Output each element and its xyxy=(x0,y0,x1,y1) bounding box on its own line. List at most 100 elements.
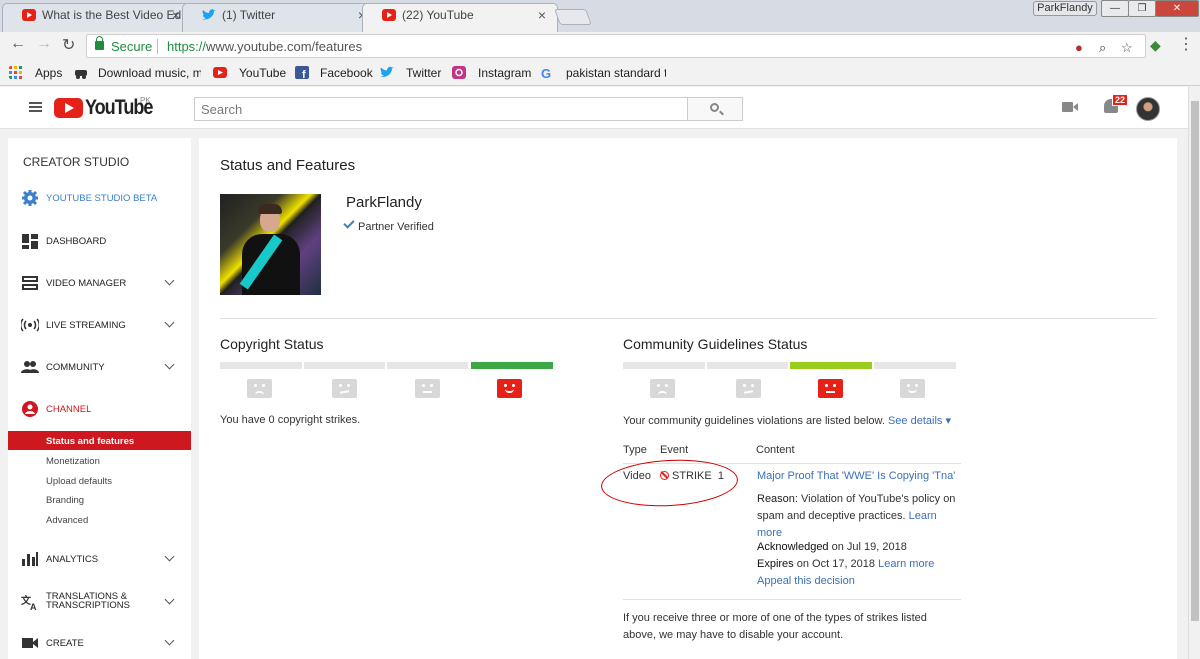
menu-icon[interactable]: ⋮ xyxy=(1178,34,1194,54)
account-avatar[interactable] xyxy=(1136,97,1160,121)
chevron-down-icon[interactable] xyxy=(164,317,175,328)
chevron-down-icon[interactable] xyxy=(164,275,175,286)
restore-icon[interactable]: ❐ xyxy=(1128,0,1156,17)
sidebar-subitem-upload-defaults[interactable]: Upload defaults xyxy=(8,471,191,490)
sidebar-item-analytics[interactable]: ANALYTICS xyxy=(8,549,191,569)
bookmark-star-icon[interactable]: ☆ xyxy=(1121,40,1133,56)
sidebar-subitem-status-and-features[interactable]: Status and features xyxy=(8,431,191,450)
svg-text:G: G xyxy=(541,66,551,79)
browser-tab-video-editor[interactable]: What is the Best Video Ed × xyxy=(2,3,192,32)
hand-drawn-circle-annotation xyxy=(599,456,740,510)
creator-studio-sidebar: CREATOR STUDIO YOUTUBE STUDIO BETA DASHB… xyxy=(8,138,191,659)
lock-icon xyxy=(95,36,104,50)
close-tab-icon[interactable]: × xyxy=(538,3,546,27)
tab-label: (22) YouTube xyxy=(402,8,474,22)
subitem-label: Advanced xyxy=(46,515,89,526)
col-type: Type xyxy=(623,444,647,456)
sidebar-title: CREATOR STUDIO xyxy=(23,155,130,169)
sidebar-item-community[interactable]: COMMUNITY xyxy=(8,357,191,377)
see-details-link[interactable]: See details xyxy=(888,415,942,427)
neutral-face-icon xyxy=(332,379,357,398)
reload-icon[interactable]: ↻ xyxy=(62,35,75,55)
back-icon[interactable]: ← xyxy=(10,35,26,53)
new-tab-button[interactable] xyxy=(554,9,592,25)
sidebar-item-translations[interactable]: 文A TRANSLATIONS & TRANSCRIPTIONS xyxy=(8,590,191,616)
copyright-meter-segment xyxy=(387,362,468,369)
bookmark-pakistan-time[interactable]: pakistan standard tir xyxy=(566,66,666,80)
sidebar-item-video-manager[interactable]: VIDEO MANAGER xyxy=(8,273,191,293)
chevron-down-icon[interactable] xyxy=(164,594,175,605)
sidebar-subitem-advanced[interactable]: Advanced xyxy=(8,510,191,529)
sidebar-item-label: CHANNEL xyxy=(46,404,92,415)
upload-video-icon[interactable] xyxy=(1062,102,1078,112)
sad-face-icon xyxy=(650,379,675,398)
bookmark-apps[interactable]: Apps xyxy=(35,66,62,80)
acknowledged-label: Acknowledged xyxy=(757,541,829,553)
browser-tab-bar: What is the Best Video Ed × (1) Twitter … xyxy=(0,0,1200,32)
sidebar-item-youtube-studio-beta[interactable]: YOUTUBE STUDIO BETA xyxy=(8,188,191,208)
cookie-blocked-icon[interactable]: ● xyxy=(1075,40,1083,55)
sidebar-item-channel[interactable]: CHANNEL xyxy=(8,399,191,419)
page-scrollbar[interactable] xyxy=(1188,87,1200,659)
youtube-header: YouTube PK 22 xyxy=(0,87,1188,129)
learn-more-link[interactable]: Learn more xyxy=(878,558,934,570)
community-message: Your community guidelines violations are… xyxy=(623,414,951,427)
minimize-icon[interactable]: — xyxy=(1101,0,1129,17)
bookmark-youtube[interactable]: YouTube xyxy=(239,66,286,80)
zoom-icon[interactable]: ⌕ xyxy=(1099,40,1106,56)
channel-avatar xyxy=(220,194,321,295)
caret-down-icon[interactable]: ▾ xyxy=(942,415,951,427)
community-meter-segment xyxy=(623,362,705,369)
url-text: https://www.youtube.com/features xyxy=(167,39,363,54)
chevron-down-icon[interactable] xyxy=(164,551,175,562)
strike-video-link[interactable]: Major Proof That 'WWE' Is Copying 'Tna' xyxy=(757,470,955,482)
search-button[interactable] xyxy=(687,97,743,121)
channel-name: ParkFlandy xyxy=(346,194,422,211)
community-meter-segment xyxy=(874,362,956,369)
address-bar[interactable]: Secure https://www.youtube.com/features … xyxy=(86,34,1146,58)
community-message-text: Your community guidelines violations are… xyxy=(623,415,885,427)
analytics-icon xyxy=(22,552,38,566)
subitem-label: Status and features xyxy=(46,436,135,447)
sidebar-subitem-branding[interactable]: Branding xyxy=(8,490,191,509)
sidebar-item-create[interactable]: CREATE xyxy=(8,633,191,653)
chevron-down-icon[interactable] xyxy=(164,359,175,370)
copyright-message: You have 0 copyright strikes. xyxy=(220,414,361,426)
close-window-icon[interactable]: ✕ xyxy=(1155,0,1199,17)
page-title: Status and Features xyxy=(220,157,356,174)
search-icon xyxy=(710,103,719,112)
bookmark-download-music[interactable]: Download music, mo xyxy=(98,66,201,80)
profile-button[interactable]: ParkFlandy xyxy=(1033,1,1097,16)
sidebar-item-label: YOUTUBE STUDIO BETA xyxy=(46,193,158,204)
community-status-title: Community Guidelines Status xyxy=(623,336,808,352)
sidebar-item-dashboard[interactable]: DASHBOARD xyxy=(8,231,191,251)
chevron-down-icon[interactable] xyxy=(164,635,175,646)
sidebar-subitem-monetization[interactable]: Monetization xyxy=(8,451,191,470)
close-tab-icon[interactable]: × xyxy=(172,3,180,27)
sidebar-item-label: VIDEO MANAGER xyxy=(46,278,127,289)
hamburger-menu-icon[interactable] xyxy=(29,102,42,112)
happy-face-icon xyxy=(900,379,925,398)
sidebar-item-live-streaming[interactable]: LIVE STREAMING xyxy=(8,315,191,335)
forward-icon[interactable]: → xyxy=(36,35,52,53)
subitem-label: Branding xyxy=(46,495,85,506)
bookmark-facebook[interactable]: Facebook xyxy=(320,66,373,80)
sad-face-icon xyxy=(247,379,272,398)
svg-text:f: f xyxy=(302,69,306,79)
search-box[interactable] xyxy=(194,97,688,121)
twitter-icon xyxy=(202,9,216,20)
youtube-logo-icon[interactable] xyxy=(54,98,83,118)
bookmark-twitter[interactable]: Twitter xyxy=(406,66,441,80)
country-code: PK xyxy=(140,96,151,105)
bookmark-instagram[interactable]: Instagram xyxy=(478,66,531,80)
sidebar-item-label: DASHBOARD xyxy=(46,236,107,247)
extension-icon[interactable]: ◆ xyxy=(1150,37,1161,54)
copyright-meter-segment xyxy=(304,362,385,369)
neutral-face-icon xyxy=(818,379,843,398)
twitter-icon xyxy=(380,66,394,78)
browser-tab-youtube[interactable]: (22) YouTube × xyxy=(362,3,558,32)
browser-tab-twitter[interactable]: (1) Twitter × xyxy=(182,3,378,32)
strike-policy-note: If you receive three or more of one of t… xyxy=(623,612,927,641)
search-input[interactable] xyxy=(195,98,687,120)
appeal-decision-link[interactable]: Appeal this decision xyxy=(757,575,855,587)
